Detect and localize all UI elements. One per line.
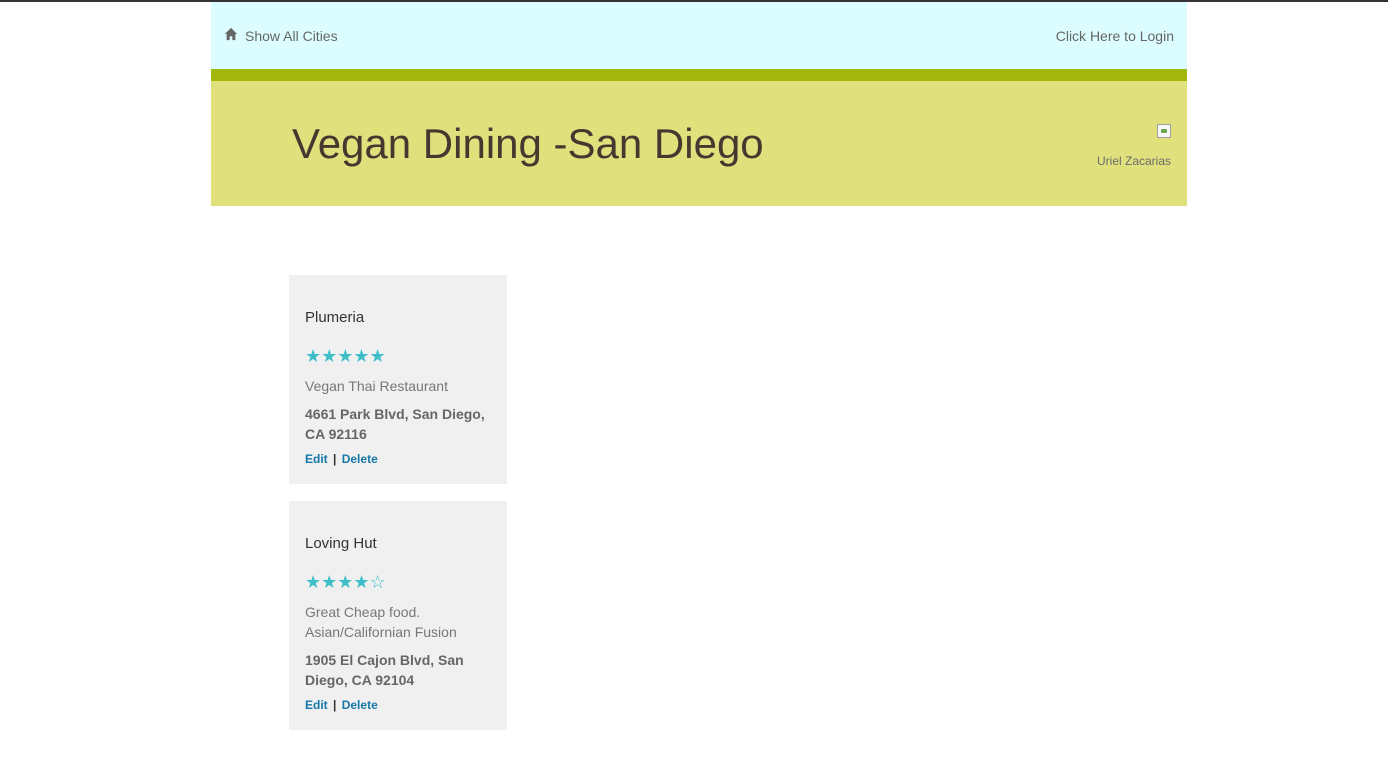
home-icon <box>224 27 238 44</box>
restaurant-name: Loving Hut <box>305 535 377 552</box>
restaurant-card: Loving Hut ★★★★☆ Great Cheap food. Asian… <box>289 501 507 730</box>
restaurant-description: Great Cheap food. Asian/Californian Fusi… <box>305 604 457 640</box>
restaurant-address: 4661 Park Blvd, San Diego, CA 92116 <box>305 406 485 442</box>
action-separator: | <box>333 452 337 466</box>
show-all-cities-label: Show All Cities <box>245 27 338 44</box>
top-nav: Show All Cities Click Here to Login <box>211 2 1187 69</box>
restaurant-list: Plumeria ★★★★★ Vegan Thai Restaurant 466… <box>211 275 1187 730</box>
star-rating: ★★★★☆ <box>305 572 386 592</box>
card-actions: Edit | Delete <box>305 698 491 712</box>
show-all-cities-link[interactable]: Show All Cities <box>224 27 338 44</box>
restaurant-name: Plumeria <box>305 309 365 326</box>
action-separator: | <box>333 698 337 712</box>
card-actions: Edit | Delete <box>305 452 491 466</box>
edit-link[interactable]: Edit <box>305 698 328 712</box>
author-name: Uriel Zacarias <box>1096 154 1171 168</box>
hero-banner: Vegan Dining -San Diego Uriel Zacarias <box>211 81 1187 206</box>
delete-link[interactable]: Delete <box>342 698 378 712</box>
delete-link[interactable]: Delete <box>342 452 378 466</box>
login-link[interactable]: Click Here to Login <box>1056 28 1174 44</box>
user-image-icon <box>1157 124 1171 138</box>
page-title: Vegan Dining -San Diego <box>292 120 764 167</box>
edit-link[interactable]: Edit <box>305 452 328 466</box>
restaurant-card: Plumeria ★★★★★ Vegan Thai Restaurant 466… <box>289 275 507 484</box>
restaurant-description: Vegan Thai Restaurant <box>305 378 448 394</box>
restaurant-address: 1905 El Cajon Blvd, San Diego, CA 92104 <box>305 652 464 688</box>
page-container: Show All Cities Click Here to Login Vega… <box>211 2 1187 730</box>
accent-bar <box>211 69 1187 81</box>
star-rating: ★★★★★ <box>305 346 386 366</box>
